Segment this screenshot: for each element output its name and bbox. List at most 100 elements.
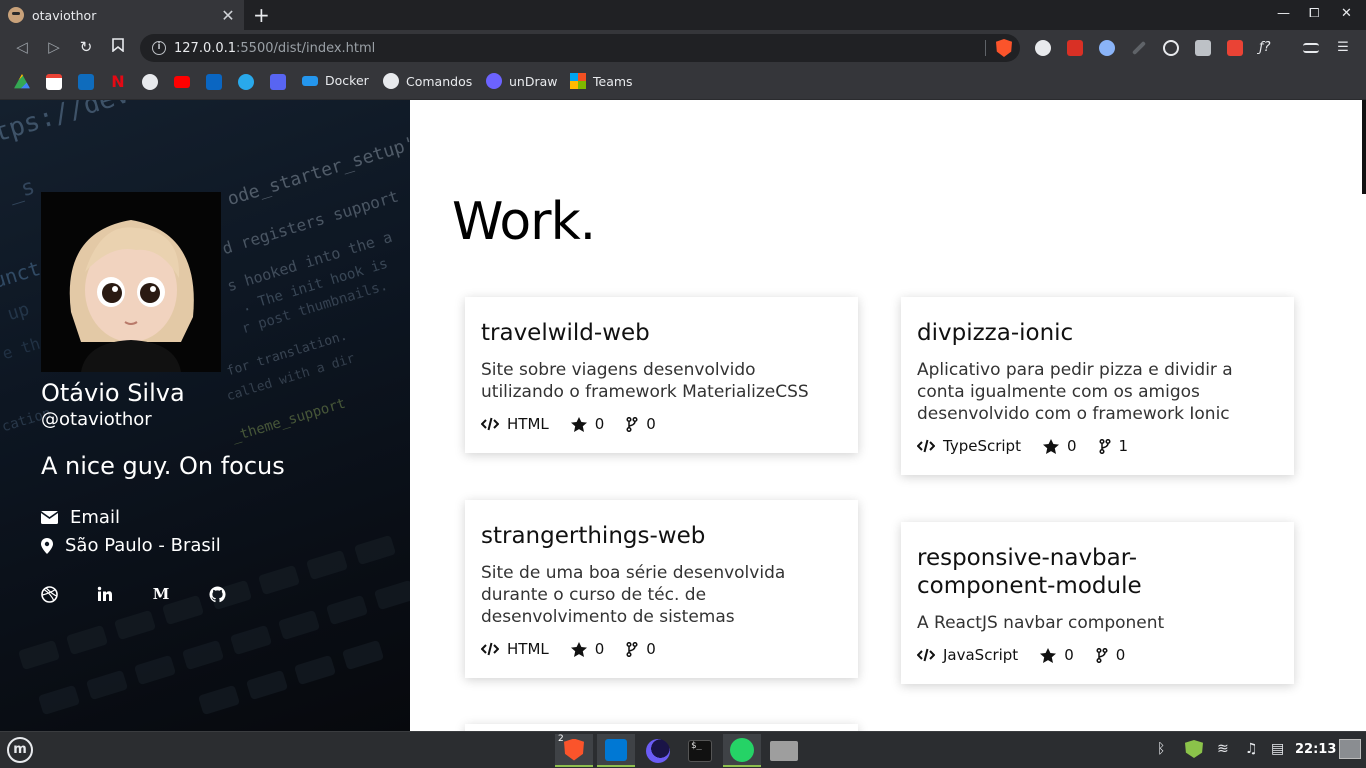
brave-taskbar-icon[interactable]: 2 xyxy=(555,734,593,767)
new-tab-button[interactable]: + xyxy=(253,3,270,27)
github-icon[interactable] xyxy=(208,585,226,603)
telegram-bookmark-icon[interactable] xyxy=(238,74,254,90)
map-marker-icon xyxy=(41,537,53,554)
browser-toolbar: ◁ ▷ ↻ i 127.0.0.1 :5500/dist/index.html … xyxy=(0,30,1366,66)
project-description: Site de uma boa série desenvolvida duran… xyxy=(481,563,786,627)
project-meta: TypeScript 0 1 xyxy=(917,437,1278,455)
fork-icon xyxy=(626,641,638,657)
terminal-taskbar-icon[interactable]: $_ xyxy=(681,734,719,767)
fork-count: 0 xyxy=(646,415,656,433)
music-icon[interactable]: ♫ xyxy=(1245,741,1258,757)
code-icon xyxy=(917,648,935,662)
github-bookmark-icon[interactable] xyxy=(142,74,158,90)
bluetooth-icon[interactable]: ᛒ xyxy=(1157,741,1165,757)
site-info-icon[interactable]: i xyxy=(152,41,166,55)
bookmark-label: unDraw xyxy=(509,73,558,89)
whatsapp-taskbar-icon[interactable] xyxy=(723,734,761,767)
email-link[interactable]: Email xyxy=(41,507,120,528)
code-icon xyxy=(917,439,935,453)
maximize-button[interactable]: ⧠ xyxy=(1309,6,1319,21)
profile-handle: @otaviothor xyxy=(41,409,152,430)
reading-list-icon[interactable] xyxy=(1303,43,1319,53)
project-description: A ReactJS navbar component xyxy=(917,613,1165,633)
medium-icon[interactable]: M xyxy=(152,585,170,603)
address-separator xyxy=(985,40,986,56)
project-language: JavaScript xyxy=(917,646,1018,664)
bookmark-undraw[interactable]: unDraw xyxy=(486,73,558,89)
star-icon xyxy=(1040,647,1057,663)
bookmark-teams[interactable]: Teams xyxy=(570,73,633,89)
eyedropper-extension-icon[interactable] xyxy=(1131,40,1147,56)
react-devtools-icon[interactable] xyxy=(1163,40,1179,56)
bookmark-icon[interactable] xyxy=(108,38,128,56)
bookmark-docker[interactable]: Docker xyxy=(302,73,369,88)
microsoft-icon xyxy=(570,73,586,89)
github-extension-icon[interactable] xyxy=(1035,40,1051,56)
project-meta: JavaScript 0 0 xyxy=(917,646,1278,664)
brave-shield-icon[interactable] xyxy=(996,39,1012,57)
star-icon xyxy=(570,641,587,657)
project-card[interactable]: responsive-navbar-component-module A Rea… xyxy=(901,522,1294,684)
dribbble-icon[interactable] xyxy=(40,585,58,603)
bookmark-label: Teams xyxy=(593,73,633,89)
project-meta: HTML 0 0 xyxy=(481,415,842,433)
shield-icon[interactable] xyxy=(1185,740,1203,758)
drive-bookmark-icon[interactable] xyxy=(14,74,30,89)
bookmark-label: Docker xyxy=(325,73,369,88)
show-desktop-icon[interactable] xyxy=(1339,739,1361,759)
email-label: Email xyxy=(70,507,120,528)
project-meta: HTML 0 0 xyxy=(481,640,842,658)
project-card[interactable]: divpizza-ionic Aplicativo para pedir piz… xyxy=(901,297,1294,475)
project-card[interactable]: strangerthings-web Site de uma boa série… xyxy=(465,500,858,678)
page-viewport: tps://deve e _s ode_starter_setup' unct … xyxy=(0,100,1366,731)
undraw-icon xyxy=(486,73,502,89)
tab-close-icon[interactable]: ✕ xyxy=(220,6,236,25)
clipboard-icon[interactable]: ▤ xyxy=(1271,741,1284,757)
browser-tab[interactable]: otaviothor ✕ xyxy=(0,0,244,30)
address-bar[interactable]: i 127.0.0.1 :5500/dist/index.html xyxy=(140,34,1020,62)
language-label: JavaScript xyxy=(943,646,1019,664)
fork-icon xyxy=(1098,438,1111,454)
eclipse-taskbar-icon[interactable] xyxy=(639,734,677,767)
netflix-bookmark-icon[interactable]: N xyxy=(110,74,126,90)
lastpass-extension-icon[interactable] xyxy=(1067,40,1083,56)
files-taskbar-icon[interactable] xyxy=(765,734,803,767)
bookmarks-bar: N Docker Comandos unDraw Teams xyxy=(0,66,1366,100)
gmail-bookmark-icon[interactable] xyxy=(46,74,62,90)
language-label: HTML xyxy=(507,415,549,433)
discord-bookmark-icon[interactable] xyxy=(270,74,286,90)
linkedin-icon[interactable] xyxy=(96,585,114,603)
screenshot-extension-icon[interactable] xyxy=(1195,40,1211,56)
fork-count: 1 xyxy=(1118,437,1129,455)
minimize-button[interactable]: — xyxy=(1277,6,1290,21)
location-label: São Paulo - Brasil xyxy=(65,535,221,556)
bookmark-comandos[interactable]: Comandos xyxy=(383,73,472,89)
project-card[interactable]: travelwild-web Site sobre viagens desenv… xyxy=(465,297,858,453)
clock[interactable]: 22:13 xyxy=(1295,742,1336,757)
close-window-button[interactable]: ✕ xyxy=(1341,6,1352,21)
forward-icon[interactable]: ▷ xyxy=(44,38,64,56)
outlook-bookmark-icon[interactable] xyxy=(78,74,94,90)
project-name: divpizza-ionic xyxy=(917,320,1074,346)
location: São Paulo - Brasil xyxy=(41,535,221,556)
reload-icon[interactable]: ↻ xyxy=(76,38,96,56)
wifi-icon[interactable]: ≋ xyxy=(1217,741,1229,757)
linkedin-bookmark-icon[interactable] xyxy=(206,74,222,90)
language-label: TypeScript xyxy=(943,437,1021,455)
youtube-bookmark-icon[interactable] xyxy=(174,76,190,88)
avatar xyxy=(41,192,221,372)
bookmark-label: Comandos xyxy=(406,73,473,89)
project-card[interactable] xyxy=(465,724,858,731)
linux-mint-menu-icon[interactable]: m xyxy=(7,737,33,763)
project-forks: 0 xyxy=(626,415,656,433)
scrollbar-thumb[interactable] xyxy=(1362,100,1366,194)
menu-icon[interactable]: ☰ xyxy=(1335,40,1351,56)
back-icon[interactable]: ◁ xyxy=(12,38,32,56)
formula-extension-icon[interactable]: ƒ? xyxy=(1259,40,1275,56)
extension-badge-icon[interactable] xyxy=(1227,40,1243,56)
project-forks: 0 xyxy=(1096,646,1125,664)
window-count-badge: 2 xyxy=(558,734,564,744)
vscode-taskbar-icon[interactable] xyxy=(597,734,635,767)
extension-icon[interactable] xyxy=(1099,40,1115,56)
fork-icon xyxy=(1096,647,1108,663)
